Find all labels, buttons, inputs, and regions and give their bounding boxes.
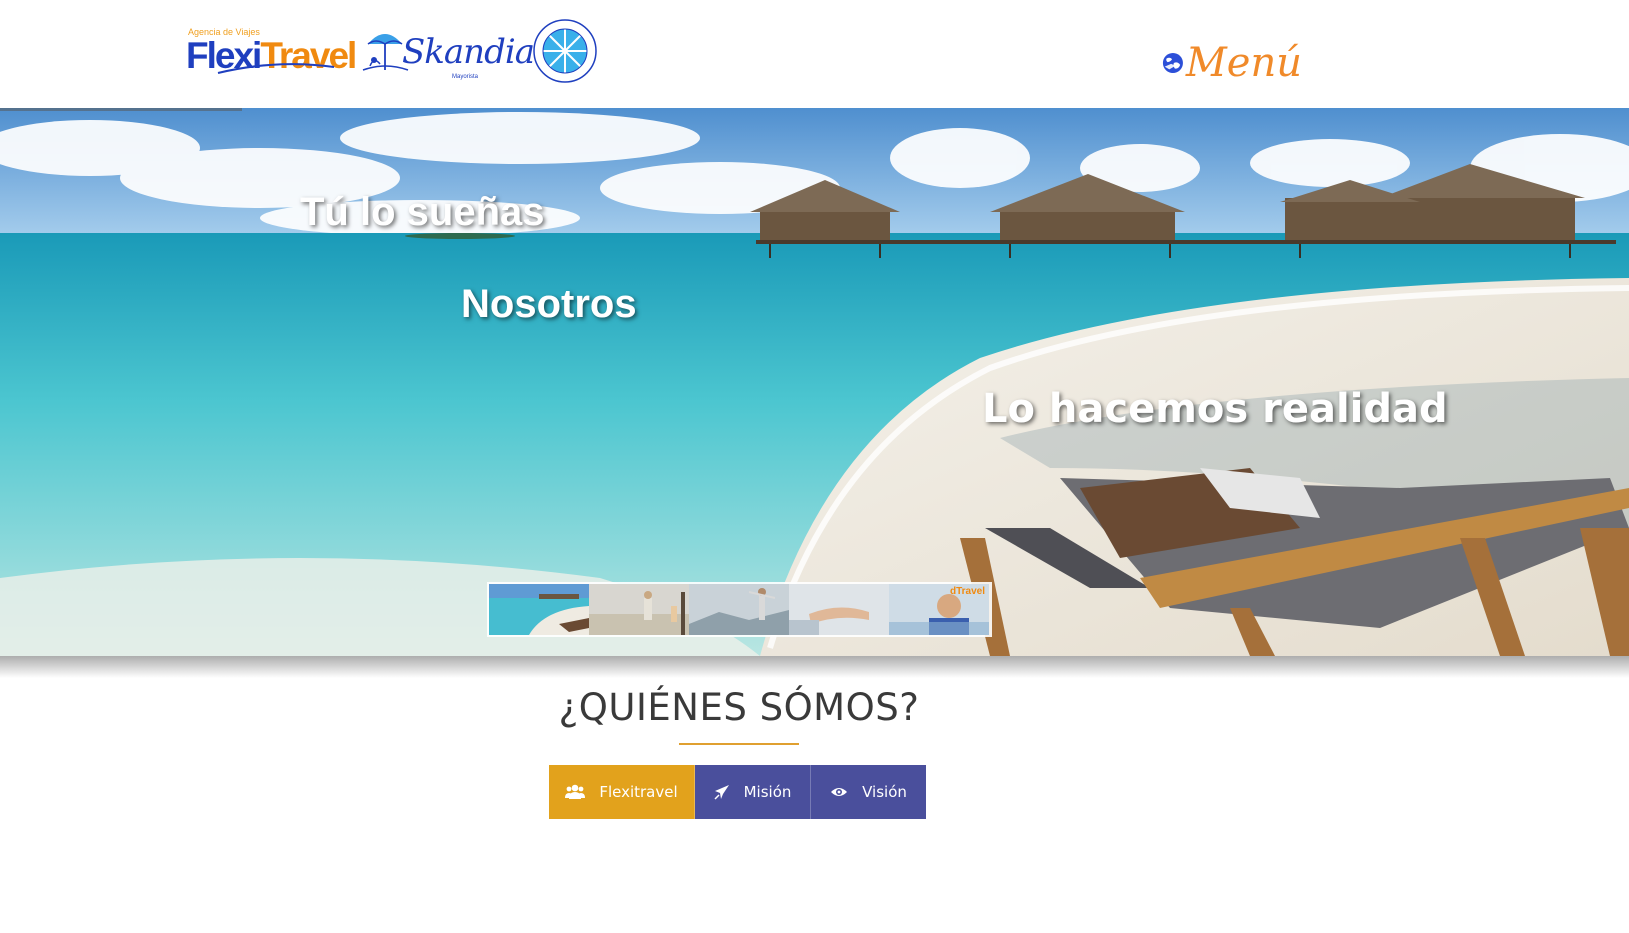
tab-mision-label: Misión bbox=[743, 783, 792, 801]
skandia-sub: Mayorista bbox=[452, 74, 479, 80]
about-tabs: Flexitravel Misión Visión bbox=[549, 765, 926, 819]
site-header: Agencia de Viajes FlexiTravel Skandia Ma… bbox=[0, 0, 1629, 108]
about-title: ¿QUIÉNES SÓMOS? bbox=[558, 686, 920, 729]
thumbnail-agent-label: dTravel bbox=[949, 586, 985, 597]
hero-slider[interactable]: Tú lo sueñas Nosotros Lo hacemos realida… bbox=[0, 108, 1629, 656]
skandia-logo[interactable]: Skandia Mayorista bbox=[360, 26, 535, 80]
hero-caption-3: Lo hacemos realidad bbox=[982, 386, 1448, 432]
tab-mision[interactable]: Misión bbox=[695, 765, 811, 819]
users-icon bbox=[565, 784, 586, 800]
hero-caption-2: Nosotros bbox=[461, 282, 637, 326]
about-title-underline bbox=[679, 743, 799, 745]
menu-button[interactable]: Menú bbox=[1162, 36, 1302, 90]
thumbnail-couple-image bbox=[589, 584, 689, 635]
thumbnail-beach-image bbox=[489, 584, 589, 635]
menu-label: Menú bbox=[1185, 40, 1302, 86]
eye-icon bbox=[830, 786, 848, 798]
thumbnail-couple[interactable] bbox=[589, 584, 689, 635]
globe-icon bbox=[1162, 52, 1183, 74]
hero-shadow bbox=[0, 656, 1629, 678]
skandia-name: Skandia bbox=[402, 32, 535, 72]
plane-icon bbox=[714, 784, 730, 800]
hero-caption-1: Tú lo sueñas bbox=[300, 190, 545, 234]
thumbnail-agent[interactable]: dTravel bbox=[889, 584, 989, 635]
logo-swoosh bbox=[217, 63, 335, 74]
tab-flexitravel[interactable]: Flexitravel bbox=[549, 765, 695, 819]
slider-progress-bar bbox=[0, 108, 242, 111]
thumbnail-handshake-image bbox=[789, 584, 889, 635]
beach-background-image bbox=[0, 108, 1629, 656]
tab-flexitravel-label: Flexitravel bbox=[599, 783, 678, 801]
thumbnail-beach[interactable] bbox=[489, 584, 589, 635]
umbrella-circle-icon bbox=[533, 19, 597, 83]
thumbnail-mountain-image bbox=[689, 584, 789, 635]
thumbnail-handshake[interactable] bbox=[789, 584, 889, 635]
slider-thumbnails: dTravel bbox=[487, 582, 992, 637]
tab-vision-label: Visión bbox=[862, 783, 907, 801]
circulo-azul-logo[interactable] bbox=[530, 18, 600, 84]
tab-vision[interactable]: Visión bbox=[811, 765, 926, 819]
thumbnail-mountain[interactable] bbox=[689, 584, 789, 635]
flexitravel-logo[interactable]: Agencia de Viajes FlexiTravel bbox=[186, 27, 357, 79]
